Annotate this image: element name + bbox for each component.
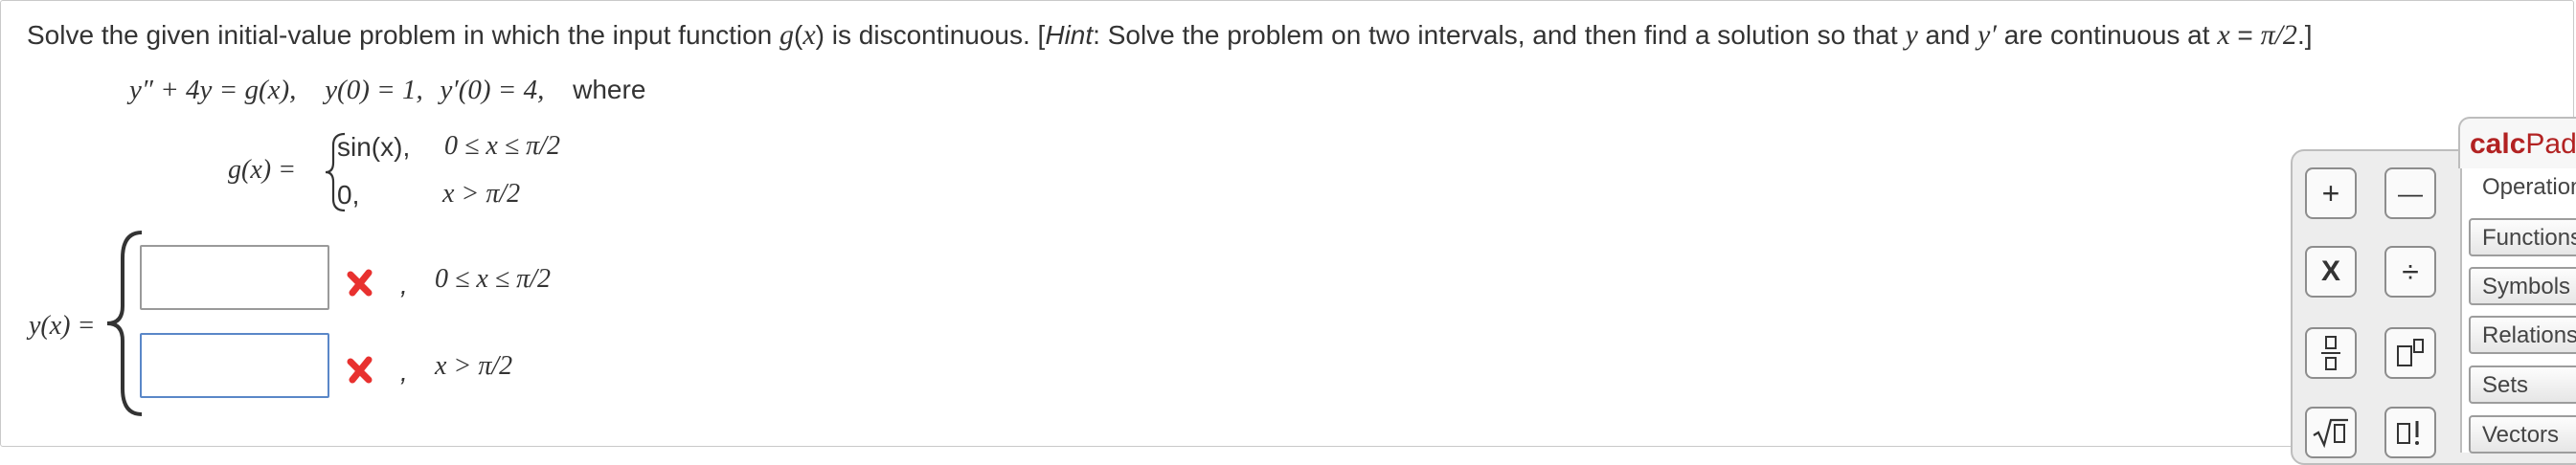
answer-label: y(x) = [29, 311, 96, 341]
g-case1-condition: 0 ≤ x ≤ π/2 [444, 131, 560, 161]
answer-field-2[interactable] [140, 333, 329, 398]
calcpad-title-tab[interactable]: calcPad [2458, 117, 2576, 168]
problem-text: Solve the given initial-value problem in… [27, 20, 780, 50]
hint-label: Hint [1045, 20, 1094, 50]
g-case2-condition: x > π/2 [442, 179, 521, 209]
exponent-icon [2397, 339, 2424, 366]
minus-key[interactable]: — [2384, 167, 2436, 219]
problem-text: are continuous at [1996, 20, 2218, 50]
math-symbol: g [780, 19, 795, 51]
power-key[interactable] [2384, 327, 2436, 379]
initial-condition-y: y(0) = 1, [325, 75, 423, 105]
fraction-key[interactable] [2305, 327, 2357, 379]
sqrt-key[interactable] [2305, 407, 2357, 458]
minus-icon: — [2398, 178, 2423, 208]
interval-2-condition: x > π/2 [435, 351, 513, 381]
menu-vectors-button[interactable]: Vectors [2469, 415, 2576, 454]
where-label: where [573, 75, 646, 104]
problem-text: and [1917, 20, 1978, 50]
g-case2-value: 0, [337, 180, 360, 210]
divide-key[interactable]: ÷ [2384, 246, 2436, 298]
factorial-key[interactable] [2384, 407, 2436, 458]
question-panel [0, 0, 2574, 447]
calcpad-title-pad: Pad [2525, 128, 2576, 160]
problem-text: ( [794, 20, 803, 50]
differential-equation: y″ + 4y = g(x), y(0) = 1, y′(0) = 4, whe… [129, 75, 667, 106]
incorrect-icon [347, 269, 373, 297]
problem-text: = [2229, 20, 2261, 50]
interval-1-condition: 0 ≤ x ≤ π/2 [435, 264, 551, 294]
math-symbol: y′ [1977, 19, 1997, 51]
g-case1-value: sin(x), [337, 132, 411, 162]
menu-relations-button[interactable]: Relations [2469, 316, 2576, 354]
problem-statement: Solve the given initial-value problem in… [27, 19, 2313, 52]
g-function-label: g(x) = [228, 155, 296, 185]
initial-condition-yprime: y′(0) = 4, [440, 75, 545, 105]
math-symbol: x [802, 19, 816, 51]
math-symbol: π/2 [2260, 19, 2297, 51]
menu-functions-button[interactable]: Functions [2469, 218, 2576, 256]
problem-text: .] [2296, 20, 2313, 50]
incorrect-icon [347, 356, 373, 384]
problem-text: ) is discontinuous. [ [815, 20, 1046, 50]
comma-separator: , [400, 270, 408, 299]
fraction-icon [2321, 336, 2340, 370]
times-key[interactable]: X [2305, 246, 2357, 298]
square-root-icon [2313, 418, 2348, 449]
divide-icon: ÷ [2402, 254, 2419, 289]
ode-expression: y″ + 4y = g(x), [129, 75, 297, 105]
math-symbol: x [2217, 19, 2230, 51]
plus-key[interactable]: + [2305, 167, 2357, 219]
menu-symbols-button[interactable]: Symbols [2469, 267, 2576, 305]
comma-separator: , [400, 357, 408, 387]
problem-text: : Solve the problem on two intervals, an… [1093, 20, 1906, 50]
times-icon: X [2320, 255, 2340, 287]
calcpad-operations-tab[interactable]: Operations [2469, 172, 2576, 207]
plus-icon: + [2321, 175, 2340, 210]
factorial-icon [2397, 421, 2419, 445]
calcpad-title-calc: calc [2470, 128, 2526, 160]
math-symbol: y [1905, 19, 1918, 51]
answer-field-1[interactable] [140, 245, 329, 310]
menu-sets-button[interactable]: Sets [2469, 365, 2576, 404]
